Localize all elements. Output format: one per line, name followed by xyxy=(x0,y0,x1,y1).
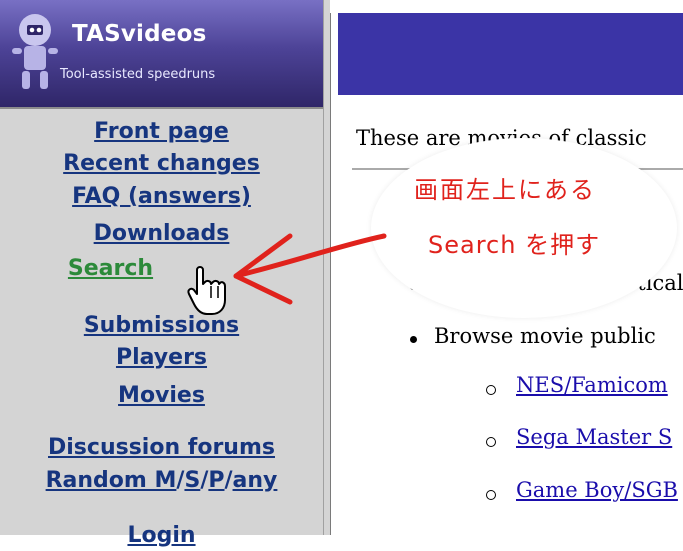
annotation-arrow-layer xyxy=(187,233,387,315)
hand-cursor-icon xyxy=(187,266,226,315)
annotation-arrow-icon xyxy=(233,233,387,279)
